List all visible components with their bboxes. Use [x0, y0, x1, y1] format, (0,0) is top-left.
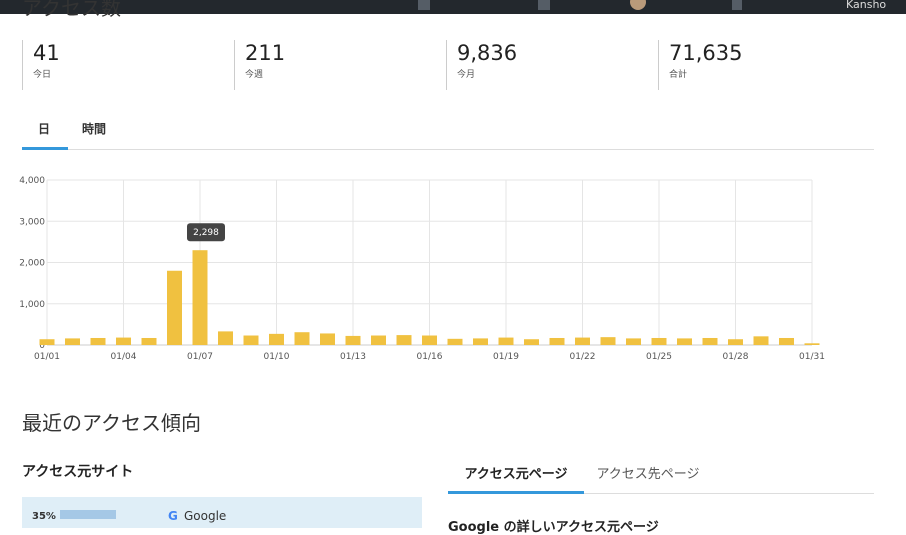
trend-title: 最近のアクセス傾向	[22, 411, 201, 435]
bar-01-11	[294, 332, 310, 345]
detail-heading: Google の詳しいアクセス元ページ	[448, 520, 659, 535]
chart-tooltip-label: 2,298	[193, 228, 219, 238]
bar-01-07	[192, 250, 208, 345]
x-tick-label: 01/01	[34, 352, 60, 362]
x-tick-label: 01/22	[570, 352, 596, 362]
tab-referrer-pages[interactable]: アクセス元ページ	[448, 457, 584, 494]
stat-value: 211	[245, 41, 286, 65]
y-tick-label: 1,000	[19, 300, 45, 310]
tab-day[interactable]: 日	[22, 118, 68, 150]
new-content-icon[interactable]	[538, 0, 550, 10]
y-tick-label: 3,000	[19, 217, 45, 227]
stat-week: 211 今週	[234, 40, 285, 90]
period-tabs: 日 時間	[22, 118, 874, 150]
x-tick-label: 01/13	[340, 352, 366, 362]
bar-01-31	[804, 343, 820, 345]
y-tick-label: 2,000	[19, 259, 45, 269]
bar-01-23	[600, 337, 616, 345]
referrer-percent: 35%	[32, 511, 56, 522]
bar-01-15	[396, 335, 412, 345]
google-icon: G	[168, 509, 178, 523]
bar-01-29	[753, 336, 769, 345]
x-tick-label: 01/25	[646, 352, 672, 362]
bar-01-09	[243, 335, 259, 345]
stat-label: 今日	[33, 70, 52, 80]
bar-01-30	[779, 337, 794, 345]
stat-total: 71,635 合計	[658, 40, 742, 90]
x-tick-label: 01/07	[187, 352, 213, 362]
bar-01-16	[422, 335, 437, 345]
bar-01-27	[702, 337, 718, 345]
bar-01-22	[575, 337, 590, 345]
bar-01-08	[218, 331, 233, 345]
stat-value: 41	[33, 41, 60, 65]
bar-01-03	[90, 337, 106, 345]
bar-01-14	[371, 335, 386, 345]
bar-01-26	[677, 338, 692, 345]
bar-01-28	[728, 339, 743, 345]
x-tick-label: 01/19	[493, 352, 519, 362]
bar-01-19	[498, 337, 514, 345]
bar-01-13	[345, 335, 361, 345]
bar-01-21	[549, 337, 565, 345]
bar-01-24	[626, 338, 641, 345]
bar-01-02	[65, 338, 80, 345]
bar-01-01	[39, 339, 55, 345]
referrer-name: Google	[184, 509, 227, 523]
referrers-title: アクセス元サイト	[22, 464, 134, 480]
tab-landing-pages[interactable]: アクセス先ページ	[588, 457, 708, 494]
stat-today: 41 今日	[22, 40, 60, 90]
stat-label: 今週	[245, 70, 264, 80]
username[interactable]: Kansho	[846, 0, 886, 11]
tab-hour[interactable]: 時間	[82, 118, 122, 150]
referrer-share-bar	[60, 510, 116, 519]
bar-01-25	[651, 337, 667, 345]
comments-icon[interactable]	[418, 0, 430, 10]
stats-icon[interactable]	[732, 0, 742, 10]
bar-01-05	[141, 337, 157, 345]
bar-01-06	[167, 270, 182, 345]
x-tick-label: 01/31	[799, 352, 825, 362]
admin-bar: Kansho	[0, 0, 906, 14]
bar-01-18	[473, 338, 488, 345]
stat-value: 71,635	[669, 41, 743, 65]
stat-value: 9,836	[457, 41, 518, 65]
stat-label: 今月	[457, 70, 476, 80]
bar-01-10	[269, 333, 284, 345]
bar-01-17	[447, 338, 463, 345]
stat-label: 合計	[669, 70, 688, 80]
x-tick-label: 01/04	[111, 352, 137, 362]
stats-summary: 41 今日 211 今週 9,836 今月 71,635 合計	[22, 40, 882, 90]
stat-month: 9,836 今月	[446, 40, 517, 90]
y-tick-label: 4,000	[19, 176, 45, 186]
page-tabs: アクセス元ページ アクセス先ページ	[448, 457, 874, 494]
referrer-row-google[interactable]: 35% G Google	[22, 497, 422, 528]
x-tick-label: 01/28	[723, 352, 749, 362]
bar-01-12	[320, 333, 335, 345]
bar-01-20	[524, 339, 539, 345]
bar-01-04	[116, 337, 131, 345]
avatar[interactable]	[630, 0, 646, 10]
page-title: アクセス数	[22, 0, 121, 20]
x-tick-label: 01/10	[264, 352, 290, 362]
x-tick-label: 01/16	[417, 352, 443, 362]
daily-access-chart: 4,0003,0002,0001,000001/01 01/04 01/07 01/1…	[19, 176, 825, 362]
